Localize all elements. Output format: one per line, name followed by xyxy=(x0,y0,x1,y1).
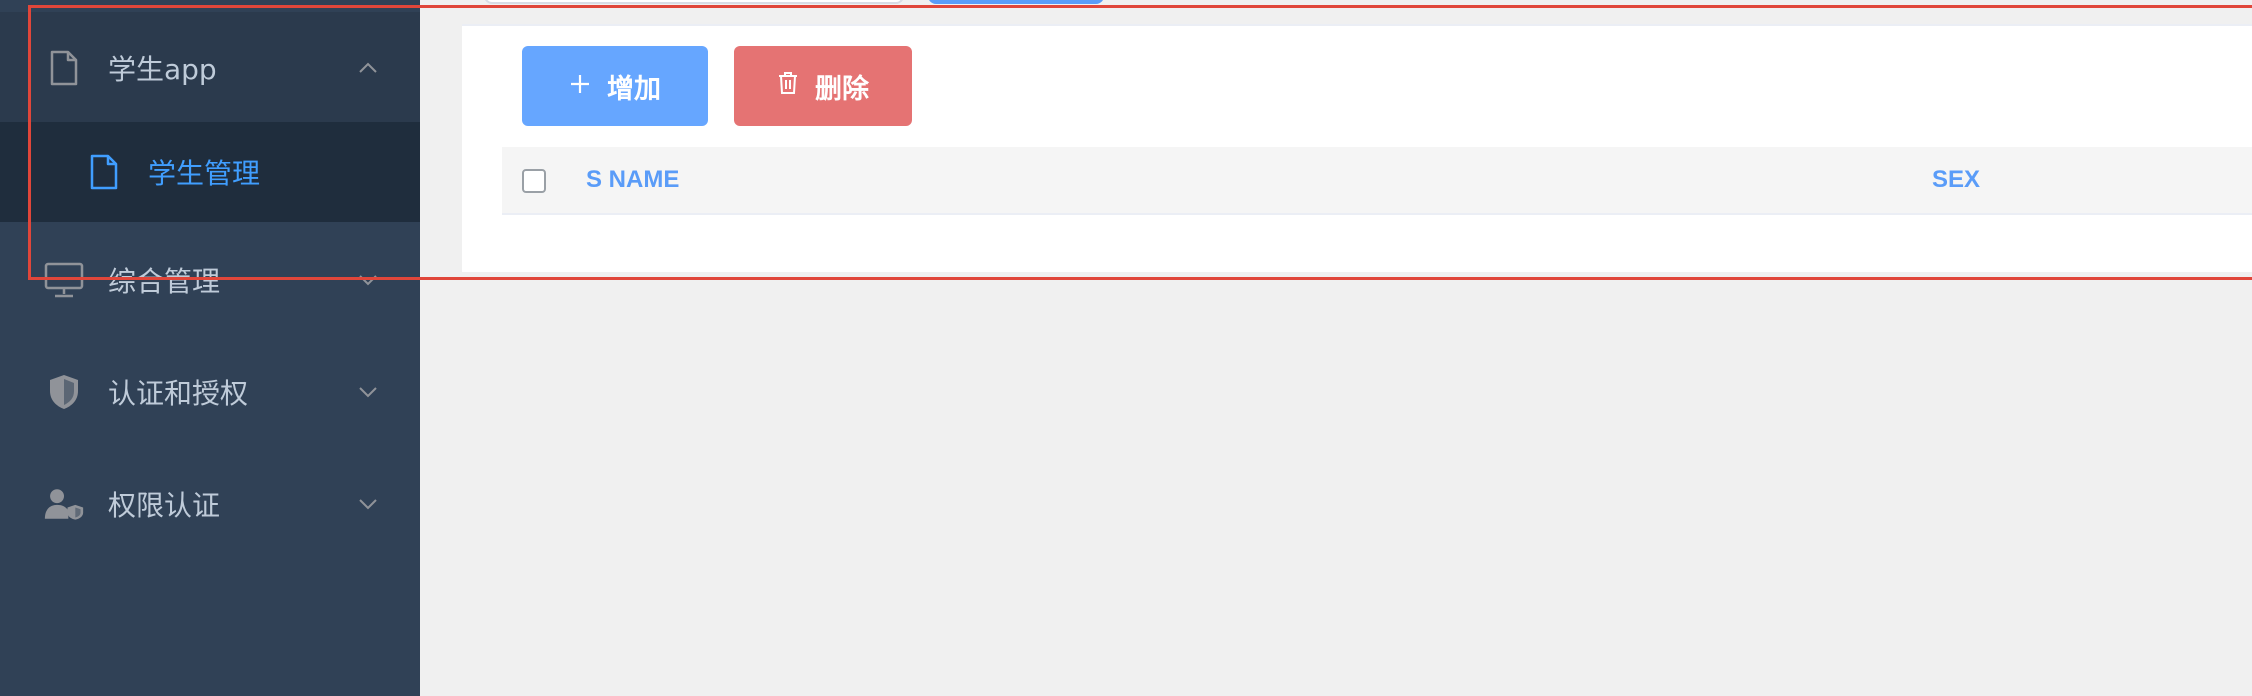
column-header-sex[interactable]: SEX xyxy=(1932,166,1980,194)
plus-icon xyxy=(569,71,591,102)
search-button[interactable] xyxy=(928,0,1104,4)
document-icon xyxy=(44,48,84,88)
sidebar-item-general-management[interactable]: 综合管理 xyxy=(0,224,420,336)
select-all-checkbox[interactable] xyxy=(522,169,546,193)
sidebar-item-label: 权限认证 xyxy=(108,489,221,522)
sidebar-item-auth[interactable]: 认证和授权 xyxy=(0,336,420,448)
chevron-up-icon xyxy=(354,54,382,82)
sidebar-item-label: 认证和授权 xyxy=(108,377,249,410)
delete-button-label: 删除 xyxy=(815,73,869,105)
chevron-down-icon xyxy=(354,490,382,518)
add-button[interactable]: 增加 xyxy=(522,46,708,126)
monitor-icon xyxy=(44,260,84,300)
column-header-sname[interactable]: S NAME xyxy=(586,166,679,194)
trash-icon xyxy=(777,71,799,102)
sidebar-subitem-label: 学生管理 xyxy=(148,157,261,190)
sidebar-item-permission[interactable]: 权限认证 xyxy=(0,448,420,560)
sidebar-item-label: 学生app xyxy=(108,53,217,86)
add-button-label: 增加 xyxy=(607,73,661,105)
user-shield-icon xyxy=(44,484,84,524)
sidebar-item-student-app[interactable]: 学生app xyxy=(0,12,420,124)
chevron-down-icon xyxy=(354,266,382,294)
delete-button[interactable]: 删除 xyxy=(734,46,912,126)
search-input[interactable] xyxy=(484,0,904,4)
table-header xyxy=(502,147,2252,215)
app-root: 学生app 学生管理 综合管理 认证和授权 权限认证 增加 删除 S NAME … xyxy=(0,0,2252,696)
sidebar: 学生app 学生管理 综合管理 认证和授权 权限认证 xyxy=(0,0,420,696)
document-icon xyxy=(86,152,122,192)
shield-icon xyxy=(44,372,84,412)
sidebar-item-label: 综合管理 xyxy=(108,265,221,298)
sidebar-subitem-student-management[interactable]: 学生管理 xyxy=(0,122,420,222)
chevron-down-icon xyxy=(354,378,382,406)
